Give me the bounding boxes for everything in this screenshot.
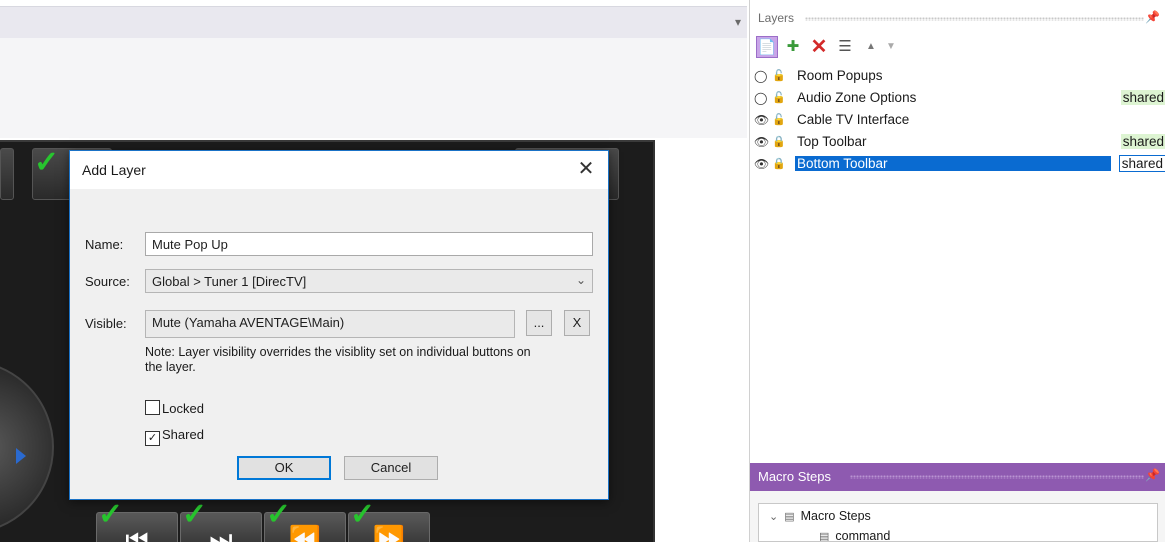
macro-steps-title: Macro Steps bbox=[758, 469, 831, 484]
tree-root-label: Macro Steps bbox=[800, 509, 871, 523]
layer-name: Top Toolbar bbox=[797, 134, 867, 149]
new-layer-icon[interactable]: 📄 bbox=[756, 36, 778, 58]
layers-panel-title: Layers bbox=[758, 11, 795, 25]
shared-checkbox[interactable]: ✓ bbox=[145, 431, 160, 446]
locked-checkbox[interactable] bbox=[145, 400, 160, 415]
macro-steps-body: ⌄ ▤ Macro Steps ▤ command bbox=[750, 491, 1165, 542]
dialog-title-bar[interactable]: Add Layer ✕ bbox=[70, 151, 608, 189]
visibility-hidden-icon[interactable]: ◯ bbox=[754, 91, 767, 105]
check-icon: ✓ bbox=[34, 146, 60, 179]
browse-button[interactable]: ... bbox=[526, 310, 552, 336]
shared-badge: shared bbox=[1118, 155, 1165, 172]
layer-name: Bottom Toolbar bbox=[795, 156, 1111, 171]
command-icon: ▤ bbox=[819, 531, 830, 542]
visible-field[interactable]: Mute (Yamaha AVENTAGE\Main) bbox=[145, 310, 515, 338]
unlock-icon[interactable]: 🔓 bbox=[772, 69, 786, 82]
unlock-icon[interactable]: 🔓 bbox=[772, 113, 786, 126]
header-grip bbox=[850, 475, 1144, 479]
check-icon: ✓ bbox=[266, 498, 292, 531]
delete-icon[interactable]: ✕ bbox=[808, 36, 830, 58]
eye-icon[interactable]: 👁 bbox=[754, 157, 769, 171]
dialog-title: Add Layer bbox=[82, 162, 146, 178]
new-shared-layer-icon[interactable]: ✚ bbox=[782, 36, 804, 58]
layers-panel-header[interactable]: Layers 📌 bbox=[750, 8, 1165, 28]
name-field[interactable]: Mute Pop Up bbox=[145, 232, 593, 256]
move-down-icon[interactable]: ▼ bbox=[880, 36, 902, 58]
tree-child-label: command bbox=[835, 529, 891, 542]
clear-visible-button[interactable]: X bbox=[564, 310, 590, 336]
designer-top-bar: ▾ bbox=[0, 6, 747, 40]
layer-name: Room Popups bbox=[797, 68, 883, 83]
lock-icon[interactable]: 🔒 bbox=[772, 157, 786, 170]
locked-checkbox-row[interactable]: Locked bbox=[145, 400, 204, 416]
move-up-icon[interactable]: ▲ bbox=[860, 36, 882, 58]
right-panel: Layers 📌 📄 ✚ ✕ ☰ ▲ ▼ ◯ 🔓 Room Popups ◯ 🔓… bbox=[749, 0, 1165, 542]
check-icon: ✓ bbox=[98, 498, 124, 531]
properties-icon[interactable]: ☰ bbox=[834, 36, 856, 58]
tree-item-child[interactable]: ▤ command bbox=[819, 529, 891, 542]
locked-label: Locked bbox=[162, 401, 204, 416]
shared-label: Shared bbox=[162, 427, 204, 442]
shared-badge: shared bbox=[1120, 134, 1165, 149]
visible-label: Visible: bbox=[85, 316, 127, 331]
source-dropdown[interactable]: Global > Tuner 1 [DirecTV] ⌄ bbox=[145, 269, 593, 293]
layer-row[interactable]: 👁 🔒 Top Toolbar shared bbox=[750, 132, 1165, 154]
remote-top-left-button[interactable] bbox=[0, 148, 14, 200]
check-icon: ✓ bbox=[182, 498, 208, 531]
add-layer-dialog: Add Layer ✕ Name: Mute Pop Up Source: Gl… bbox=[69, 150, 609, 500]
pin-icon[interactable]: 📌 bbox=[1145, 468, 1160, 482]
layer-row[interactable]: ◯ 🔓 Room Popups bbox=[750, 66, 1165, 88]
source-label: Source: bbox=[85, 274, 130, 289]
cancel-button[interactable]: Cancel bbox=[344, 456, 438, 480]
macro-steps-header[interactable]: Macro Steps 📌 bbox=[750, 463, 1165, 491]
layer-name: Cable TV Interface bbox=[797, 112, 910, 127]
ok-button[interactable]: OK bbox=[237, 456, 331, 480]
tree-item-root[interactable]: ⌄ ▤ Macro Steps bbox=[769, 509, 871, 523]
lock-icon[interactable]: 🔒 bbox=[772, 135, 786, 148]
header-grip bbox=[805, 17, 1144, 21]
dpad-left-arrow-icon[interactable] bbox=[16, 448, 26, 464]
visibility-hidden-icon[interactable]: ◯ bbox=[754, 69, 767, 83]
collapse-arrow-icon[interactable]: ▾ bbox=[735, 15, 741, 29]
source-value: Global > Tuner 1 [DirecTV] bbox=[152, 274, 307, 289]
shared-badge: shared bbox=[1120, 90, 1165, 105]
layer-row-selected[interactable]: 👁 🔒 Bottom Toolbar shared bbox=[750, 154, 1165, 176]
eye-icon[interactable]: 👁 bbox=[754, 135, 769, 149]
pin-icon[interactable]: 📌 bbox=[1145, 10, 1160, 24]
eye-icon[interactable]: 👁 bbox=[754, 113, 769, 127]
close-icon[interactable]: ✕ bbox=[574, 157, 598, 181]
layer-row[interactable]: 👁 🔓 Cable TV Interface bbox=[750, 110, 1165, 132]
unlock-icon[interactable]: 🔓 bbox=[772, 91, 786, 104]
check-icon: ✓ bbox=[350, 498, 376, 531]
visibility-note: Note: Layer visibility overrides the vis… bbox=[145, 345, 531, 374]
layer-name: Audio Zone Options bbox=[797, 90, 917, 105]
name-label: Name: bbox=[85, 237, 124, 252]
chevron-down-icon[interactable]: ⌄ bbox=[769, 511, 778, 523]
macro-tree: ⌄ ▤ Macro Steps ▤ command bbox=[758, 503, 1158, 542]
chevron-down-icon: ⌄ bbox=[575, 273, 586, 287]
layer-row[interactable]: ◯ 🔓 Audio Zone Options shared bbox=[750, 88, 1165, 110]
shared-checkbox-row[interactable]: ✓ Shared bbox=[145, 427, 204, 446]
macro-icon: ▤ bbox=[784, 511, 795, 523]
canvas-background bbox=[0, 38, 747, 138]
